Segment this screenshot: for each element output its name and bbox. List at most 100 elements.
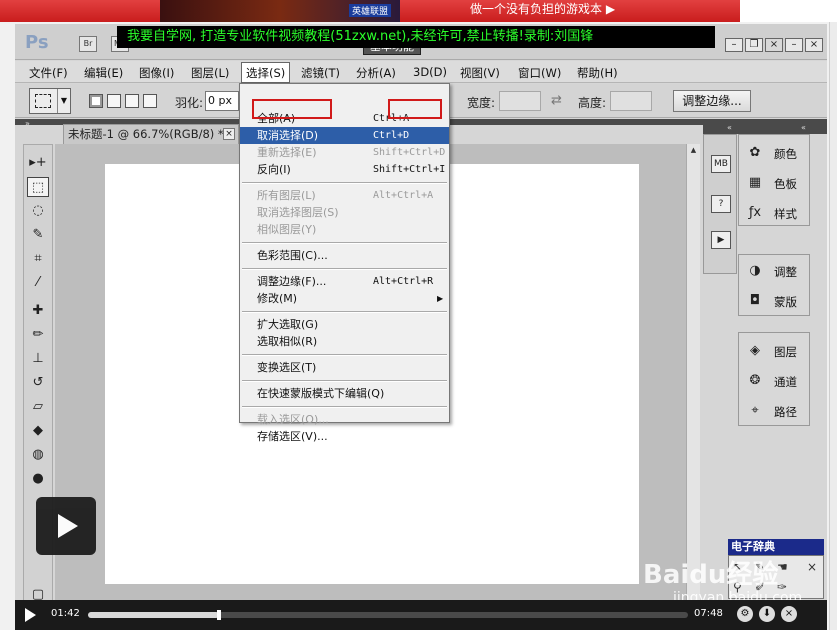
select-menu-item-label: 所有图层(L): [257, 189, 316, 202]
panel-dock-icons: MB ? ▶: [703, 134, 737, 274]
mini-bridge-panel-icon[interactable]: MB: [711, 155, 731, 173]
select-menu-item[interactable]: 色彩范围(C)...: [240, 247, 449, 264]
bridge-button[interactable]: Br: [79, 36, 97, 52]
panel-channels[interactable]: ❂ 通道: [739, 367, 811, 395]
intersect-selection-icon[interactable]: [143, 94, 157, 108]
styles-fx-icon: ƒx: [748, 205, 762, 220]
feather-label: 羽化:: [175, 96, 204, 110]
browser-scrollbar[interactable]: [829, 22, 837, 630]
select-menu-item: 取消选择图层(S): [240, 204, 449, 221]
menu-select[interactable]: 选择(S): [241, 62, 291, 83]
healing-brush-tool-icon[interactable]: ✚: [27, 301, 49, 321]
menu-help[interactable]: 帮助(H): [577, 65, 618, 81]
select-menu-item-label: 存储选区(V)...: [257, 430, 328, 443]
panel-masks[interactable]: ◘ 蒙版: [739, 287, 811, 315]
menu-layer[interactable]: 图层(L): [191, 65, 229, 81]
play-icon[interactable]: [25, 608, 36, 622]
download-icon[interactable]: ⬇: [759, 606, 775, 622]
close-icon[interactable]: ×: [223, 128, 235, 140]
app-minimize-icon[interactable]: –: [785, 38, 803, 52]
new-selection-icon[interactable]: [89, 94, 103, 108]
restore-icon[interactable]: ❐: [745, 38, 763, 52]
select-menu-item[interactable]: 在快速蒙版模式下编辑(Q): [240, 385, 449, 402]
select-menu-item[interactable]: 扩大选取(G): [240, 316, 449, 333]
select-menu-item[interactable]: 存储选区(V)...: [240, 428, 449, 445]
swap-icon[interactable]: ⇄: [551, 93, 562, 108]
hand-icon[interactable]: ☚: [777, 560, 788, 574]
panel-styles-label: 样式: [774, 207, 797, 221]
menu-filter[interactable]: 滤镜(T): [301, 65, 340, 81]
refine-edge-button[interactable]: 调整边缘...: [673, 90, 751, 112]
close-icon[interactable]: ×: [765, 38, 783, 52]
height-input[interactable]: [610, 91, 652, 111]
document-tab[interactable]: 未标题-1 @ 66.7%(RGB/8) * ×: [63, 124, 239, 144]
panel-paths[interactable]: ⌖ 路径: [739, 397, 811, 425]
select-menu-item-shortcut: Alt+Ctrl+R: [373, 276, 434, 287]
select-menu-item[interactable]: 调整边缘(F)... Alt+Ctrl+R: [240, 273, 449, 290]
video-frame[interactable]: Ps Br Mb 基本功能 – ❐ × – × 我要自学网, 打造专业软件视频教…: [15, 24, 827, 630]
tool-preset-picker[interactable]: ▼: [29, 88, 71, 114]
menu-edit[interactable]: 编辑(E): [84, 65, 123, 81]
rect-marquee-icon: [35, 94, 51, 108]
panel-swatches[interactable]: ▦ 色板: [739, 169, 811, 197]
history-brush-tool-icon[interactable]: ↺: [27, 373, 49, 393]
scroll-up-icon[interactable]: ▲: [687, 144, 700, 156]
select-menu-item[interactable]: 反向(I) Shift+Ctrl+I: [240, 161, 449, 178]
dock-collapse-icon[interactable]: «: [727, 123, 732, 132]
panel-color[interactable]: ✿ 颜色: [739, 139, 811, 167]
settings-icon[interactable]: ⚙: [737, 606, 753, 622]
minimize-icon[interactable]: –: [725, 38, 743, 52]
quick-select-tool-icon[interactable]: ✎: [27, 225, 49, 245]
menu-separator: [242, 406, 447, 408]
select-menu-item: 所有图层(L) Alt+Ctrl+A: [240, 187, 449, 204]
web-ad-banner[interactable]: 英雄联盟 做一个没有负担的游戏本 ▶: [0, 0, 837, 22]
select-menu-item[interactable]: 修改(M) ▶: [240, 290, 449, 307]
panel-adjustments[interactable]: ◑ 调整: [739, 257, 811, 285]
dock-header[interactable]: [703, 124, 827, 134]
width-input[interactable]: [499, 91, 541, 111]
crop-tool-icon[interactable]: ⌗: [27, 249, 49, 269]
history-panel-icon[interactable]: ?: [711, 195, 731, 213]
close-icon[interactable]: ×: [781, 606, 797, 622]
subtract-selection-icon[interactable]: [125, 94, 139, 108]
move-tool-icon[interactable]: ▸+: [27, 153, 49, 173]
menu-image[interactable]: 图像(I): [139, 65, 174, 81]
video-progress-handle[interactable]: [217, 610, 221, 620]
add-selection-icon[interactable]: [107, 94, 121, 108]
select-menu-item[interactable]: 选取相似(R): [240, 333, 449, 350]
panels-collapse-icon[interactable]: «: [801, 123, 806, 132]
select-menu-item[interactable]: 取消选择(D) Ctrl+D: [240, 127, 449, 144]
video-progress-bar[interactable]: [88, 610, 688, 620]
menu-window[interactable]: 窗口(W): [518, 65, 561, 81]
canvas-vertical-scrollbar[interactable]: ▲: [686, 144, 700, 624]
feather-input[interactable]: 0 px: [205, 91, 239, 111]
menu-separator: [242, 380, 447, 382]
eyedropper-tool-icon[interactable]: ⁄: [27, 273, 49, 293]
brush-tool-icon[interactable]: ✏: [27, 325, 49, 345]
menu-view[interactable]: 视图(V): [460, 65, 500, 81]
menu-analysis[interactable]: 分析(A): [356, 65, 396, 81]
dictionary-widget-title[interactable]: 电子辞典: [728, 539, 824, 555]
select-menu-item[interactable]: 变换选区(T): [240, 359, 449, 376]
ad-slogan[interactable]: 做一个没有负担的游戏本 ▶: [470, 0, 615, 17]
panel-layers[interactable]: ◈ 图层: [739, 337, 811, 365]
video-play-overlay[interactable]: [36, 497, 96, 555]
select-menu-item-label: 在快速蒙版模式下编辑(Q): [257, 387, 385, 400]
actions-panel-icon[interactable]: ▶: [711, 231, 731, 249]
dodge-tool-icon[interactable]: ●: [27, 469, 49, 489]
select-menu-item-label: 重新选择(E): [257, 146, 317, 159]
menu-file[interactable]: 文件(F): [29, 65, 68, 81]
app-close-icon[interactable]: ×: [805, 38, 823, 52]
marquee-tool-icon[interactable]: ⬚: [27, 177, 49, 197]
lasso-tool-icon[interactable]: ◌: [27, 201, 49, 221]
panel-styles[interactable]: ƒx 样式: [739, 199, 811, 227]
clone-stamp-tool-icon[interactable]: ⊥: [27, 349, 49, 369]
menu-3d[interactable]: 3D(D): [413, 65, 447, 79]
paint-bucket-tool-icon[interactable]: ◆: [27, 421, 49, 441]
toolbox-collapse-icon[interactable]: »: [25, 119, 30, 128]
eraser-tool-icon[interactable]: ▱: [27, 397, 49, 417]
blur-tool-icon[interactable]: ◍: [27, 445, 49, 465]
screen: 英雄联盟 做一个没有负担的游戏本 ▶ Ps Br Mb 基本功能 – ❐ × –…: [0, 0, 837, 630]
menu-separator: [242, 354, 447, 356]
close-icon[interactable]: ×: [807, 560, 817, 574]
